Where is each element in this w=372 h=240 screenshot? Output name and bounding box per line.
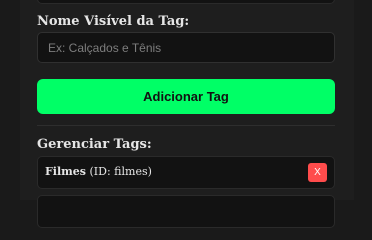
tag-list-item-partial bbox=[37, 195, 335, 228]
tag-manager-panel: Nome Visível da Tag: Adicionar Tag Geren… bbox=[20, 0, 354, 228]
tag-list-item: Filmes (ID: filmes) X bbox=[37, 156, 335, 189]
tag-name-label: Nome Visível da Tag: bbox=[37, 14, 190, 29]
previous-input-field[interactable] bbox=[37, 0, 335, 4]
tag-id: (ID: filmes) bbox=[89, 165, 152, 178]
add-tag-button[interactable]: Adicionar Tag bbox=[37, 79, 335, 114]
tag-text: Filmes (ID: filmes) bbox=[45, 165, 152, 178]
tag-name: Filmes bbox=[45, 165, 86, 178]
tag-name-input[interactable] bbox=[37, 32, 335, 63]
remove-tag-button[interactable]: X bbox=[308, 163, 327, 182]
manage-tags-label: Gerenciar Tags: bbox=[37, 137, 152, 152]
section-divider bbox=[37, 125, 335, 126]
